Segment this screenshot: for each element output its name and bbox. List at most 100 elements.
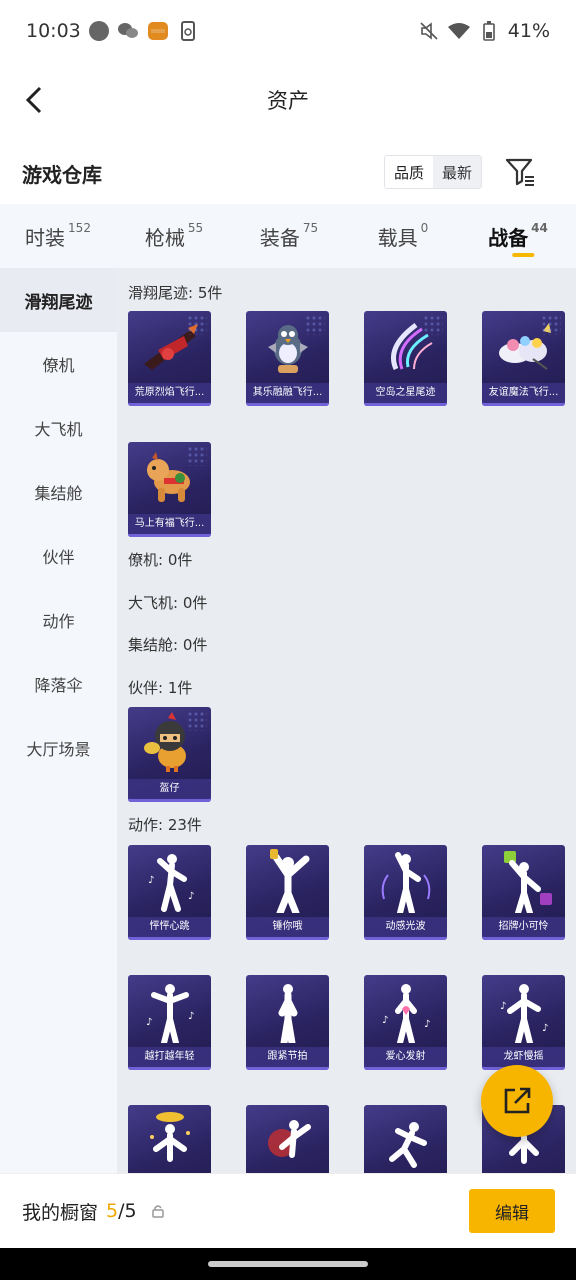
tab-equipment[interactable]: 装备 75 xyxy=(232,204,346,268)
item-label: 空岛之星尾迹 xyxy=(364,383,447,403)
svg-text:♪: ♪ xyxy=(382,1015,388,1026)
tab-label: 枪械 xyxy=(144,225,185,250)
svg-text:♪: ♪ xyxy=(188,891,194,902)
item-card[interactable]: 动感光波 xyxy=(364,845,447,940)
item-card[interactable]: 马上有福飞行... xyxy=(128,442,211,537)
sparkle-decor xyxy=(187,711,207,731)
category-tabs: 时装 152 枪械 55 装备 75 载具 0 战备 44 xyxy=(0,204,576,268)
filter-button[interactable] xyxy=(504,156,536,188)
share-button[interactable] xyxy=(481,1065,553,1137)
tab-label: 战备 xyxy=(488,225,529,250)
tab-vehicles[interactable]: 载具 0 xyxy=(346,204,460,268)
item-card[interactable] xyxy=(246,1105,329,1173)
section-title-big-plane: 大飞机: 0件 xyxy=(128,594,208,612)
tab-count: 0 xyxy=(420,221,429,235)
section-title-glide: 滑翔尾迹: 5件 xyxy=(128,284,223,302)
external-link-icon xyxy=(504,1087,531,1114)
section-title-assembly-pod: 集结舱: 0件 xyxy=(128,636,208,654)
item-card[interactable]: 锤你哦 xyxy=(246,845,329,940)
sidebar-item-glide-trail[interactable]: 滑翔尾迹 xyxy=(0,268,117,332)
wechat-icon xyxy=(117,21,139,41)
sparkle-decor xyxy=(305,315,325,335)
battery-icon xyxy=(478,21,500,41)
item-card[interactable]: 其乐融融飞行... xyxy=(246,311,329,406)
svg-text:♪: ♪ xyxy=(146,1017,152,1028)
item-label: 荒原烈焰飞行... xyxy=(128,383,211,403)
tab-label: 时装 xyxy=(25,225,66,250)
svg-text:♪: ♪ xyxy=(500,1001,506,1012)
sparkle-decor xyxy=(423,315,443,335)
item-art: ♪ ♪ xyxy=(128,845,211,917)
system-nav-bar xyxy=(0,1248,576,1280)
item-art xyxy=(246,845,329,917)
sidebar-item-companion[interactable]: 伙伴 xyxy=(0,524,117,588)
edit-button[interactable]: 编辑 xyxy=(469,1189,555,1233)
item-card[interactable]: 盔仔 xyxy=(128,707,211,802)
item-art xyxy=(482,845,565,917)
item-label: 怦怦心跳 xyxy=(128,917,211,937)
svg-text:♪: ♪ xyxy=(188,1011,194,1022)
item-label: 盔仔 xyxy=(128,779,211,799)
page-title: 资产 xyxy=(267,89,309,113)
item-card[interactable]: 友谊魔法飞行... xyxy=(482,311,565,406)
item-card[interactable]: ♪ ♪ 龙虾慢摇 xyxy=(482,975,565,1070)
sort-latest-button[interactable]: 最新 xyxy=(433,156,481,188)
tab-count: 152 xyxy=(68,221,91,235)
item-label: 龙虾慢摇 xyxy=(482,1047,565,1067)
tab-readiness[interactable]: 战备 44 xyxy=(460,204,576,268)
item-label: 其乐融融飞行... xyxy=(246,383,329,403)
app-notification-icon xyxy=(147,21,169,41)
phone-sync-icon xyxy=(177,21,199,41)
item-label: 跟紧节拍 xyxy=(246,1047,329,1067)
tab-fashion[interactable]: 时装 152 xyxy=(0,204,116,268)
status-bar: 10:03 41% xyxy=(0,0,576,62)
sidebar-item-emote[interactable]: 动作 xyxy=(0,588,117,652)
filter-icon xyxy=(505,158,534,186)
section-title-companion: 伙伴: 1件 xyxy=(128,679,193,697)
item-card[interactable] xyxy=(364,1105,447,1173)
svg-text:♪: ♪ xyxy=(542,1023,548,1034)
sidebar-item-wingman[interactable]: 僚机 xyxy=(0,332,117,396)
mute-icon xyxy=(418,21,440,41)
tab-guns[interactable]: 枪械 55 xyxy=(116,204,232,268)
svg-text:♪: ♪ xyxy=(424,1019,430,1030)
tab-count: 75 xyxy=(302,221,319,235)
item-card[interactable]: ♪ ♪ 怦怦心跳 xyxy=(128,845,211,940)
sidebar-item-lobby-scene[interactable]: 大厅场景 xyxy=(0,716,117,780)
item-card[interactable]: 荒原烈焰飞行... xyxy=(128,311,211,406)
item-card[interactable]: 跟紧节拍 xyxy=(246,975,329,1070)
item-art xyxy=(246,1105,329,1173)
battery-level: 41% xyxy=(507,20,550,42)
item-label: 友谊魔法飞行... xyxy=(482,383,565,403)
sidebar-item-parachute[interactable]: 降落伞 xyxy=(0,652,117,716)
item-card[interactable]: 招牌小可怜 xyxy=(482,845,565,940)
showcase-count-current: 5 xyxy=(106,1200,119,1222)
status-time: 10:03 xyxy=(26,20,81,42)
sort-quality-button[interactable]: 品质 xyxy=(385,156,433,188)
home-gesture-handle[interactable] xyxy=(208,1261,368,1267)
tab-label: 载具 xyxy=(377,225,418,250)
item-card[interactable]: ♪ ♪ 爱心发射 xyxy=(364,975,447,1070)
item-card[interactable]: 空岛之星尾迹 xyxy=(364,311,447,406)
showcase-count-total: /5 xyxy=(118,1200,137,1222)
item-card[interactable]: ♪ ♪ 越打越年轻 xyxy=(128,975,211,1070)
item-label: 爱心发射 xyxy=(364,1047,447,1067)
sparkle-decor xyxy=(187,315,207,335)
showcase-label: 我的橱窗 xyxy=(22,1201,99,1224)
notification-dot-icon xyxy=(88,21,109,41)
sidebar-item-big-plane[interactable]: 大飞机 xyxy=(0,396,117,460)
back-button[interactable] xyxy=(14,80,54,120)
tab-label: 装备 xyxy=(259,225,300,250)
showcase-bar: 我的橱窗 5/5 编辑 xyxy=(0,1173,576,1248)
sidebar-item-assembly-pod[interactable]: 集结舱 xyxy=(0,460,117,524)
sidebar: 滑翔尾迹 僚机 大飞机 集结舱 伙伴 动作 降落伞 大厅场景 xyxy=(0,268,117,1173)
showcase-count: 5/5 xyxy=(106,1200,137,1222)
warehouse-title: 游戏仓库 xyxy=(22,162,102,187)
warehouse-header: 游戏仓库 品质 最新 xyxy=(0,148,576,198)
item-art: ♪ ♪ xyxy=(128,975,211,1047)
item-art: ♪ ♪ xyxy=(364,975,447,1047)
sort-toggle: 品质 最新 xyxy=(384,155,482,189)
chevron-left-icon xyxy=(25,86,42,114)
tab-count: 55 xyxy=(187,221,204,235)
item-card[interactable] xyxy=(128,1105,211,1173)
